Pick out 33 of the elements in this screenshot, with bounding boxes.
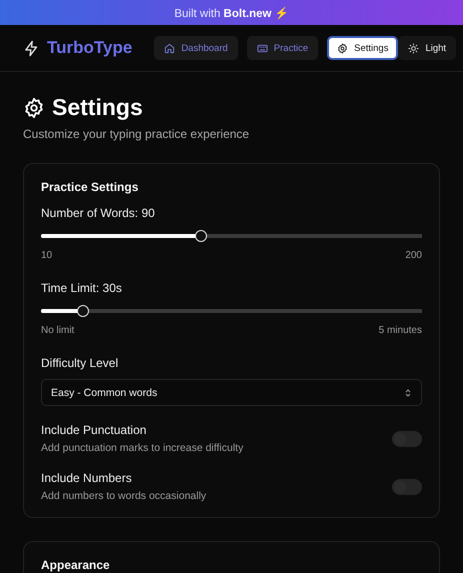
slider-label: Time Limit: 30s [41,281,123,295]
slider-thumb[interactable] [195,230,208,242]
banner-text: Built with Bolt.new ⚡ [174,6,289,20]
toggle-switch[interactable] [392,430,422,446]
chevron-updown-icon [404,388,412,398]
settings-icon [337,42,348,54]
page-subtitle: Customize your typing practice experience [23,127,250,141]
range-max-label: 200 [405,250,422,261]
select-label: Difficulty Level [41,356,120,370]
app-logo[interactable]: TurboType [47,38,132,58]
range-max-label: 5 minutes [378,325,422,336]
toggle-description: Add numbers to words occasionally [41,490,206,502]
nav-tab[interactable]: Practice [246,36,318,60]
card-title: Practice Settings [41,180,140,194]
difficulty-select[interactable]: Easy - Common words [41,379,422,406]
keyboard-icon [256,42,268,54]
range-min-label: No limit [41,325,74,336]
toggle-switch[interactable] [392,478,422,494]
toggle-description: Add punctuation marks to increase difficulty [41,442,244,454]
toggle-label: Include Punctuation [41,423,148,437]
lightning-icon [23,40,40,56]
sun-icon [408,42,420,54]
slider-thumb[interactable] [76,305,89,317]
home-icon [164,42,176,54]
range-min-label: 10 [41,250,52,261]
nav-tab[interactable]: Dashboard [154,36,238,60]
settings-icon [23,96,45,118]
theme-toggle-button[interactable]: Light [398,36,456,60]
page-title: Settings [52,94,143,121]
nav-tab[interactable]: Settings [327,36,398,60]
toggle-label: Include Numbers [41,471,133,485]
card-title: Appearance [41,558,111,572]
slider-label: Number of Words: 90 [41,206,156,220]
